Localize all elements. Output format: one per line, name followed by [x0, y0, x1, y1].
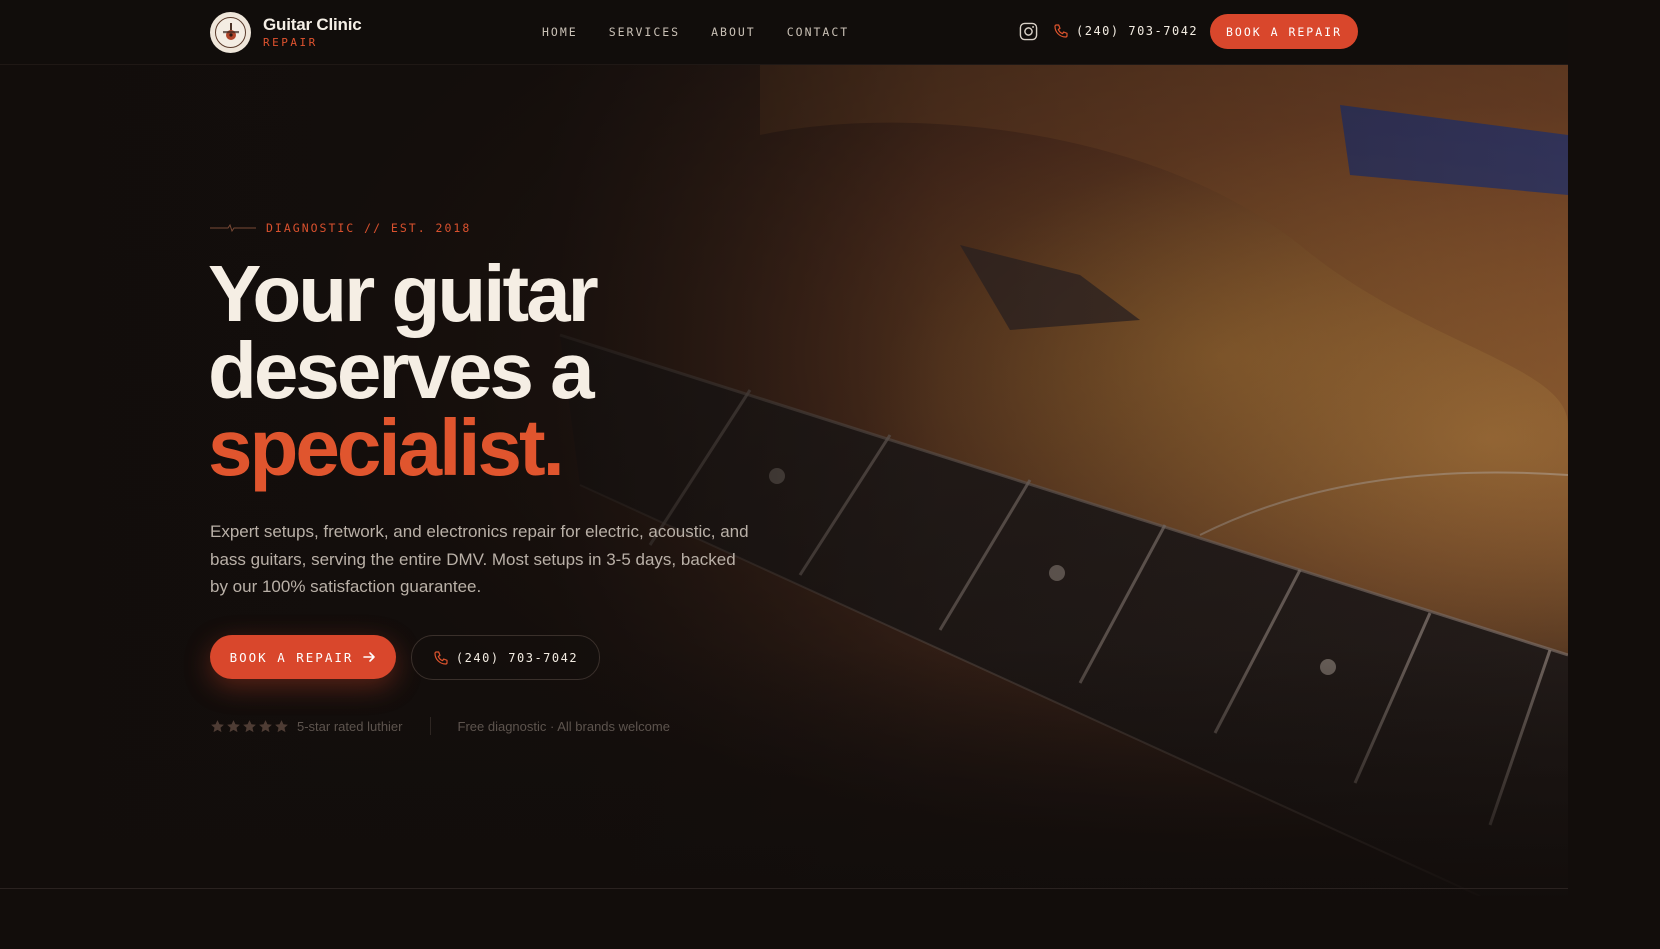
book-repair-header-button[interactable]: BOOK A REPAIR [1210, 14, 1358, 49]
star-icon [259, 719, 272, 732]
trust-note: Free diagnostic · All brands welcome [457, 718, 670, 734]
headline-accent: specialist. [208, 403, 565, 492]
star-icon [243, 719, 256, 732]
brand-tagline: REPAIR [263, 35, 318, 49]
brand[interactable]: Guitar Clinic REPAIR [210, 11, 362, 53]
nav-item-services[interactable]: SERVICES [609, 24, 680, 40]
phone-icon [434, 650, 448, 665]
headline-line-2: deserves a [208, 326, 595, 415]
call-phone-button[interactable]: (240) 703-7042 [411, 635, 600, 680]
call-phone-number: (240) 703-7042 [455, 650, 579, 665]
hero-headline: Your guitar deserves a specialist. [208, 249, 848, 492]
book-repair-button[interactable]: BOOK A REPAIR [210, 635, 396, 679]
section-divider [0, 888, 1568, 889]
logo-badge [215, 16, 246, 48]
hero-description: Expert setups, fretwork, and electronics… [210, 522, 749, 596]
book-repair-button-label: BOOK A REPAIR [229, 649, 354, 665]
guitar-logo-icon [222, 23, 239, 40]
instagram-icon[interactable] [1019, 22, 1038, 41]
header-phone-number[interactable]: (240) 703-7042 [1076, 22, 1198, 40]
arrow-right-icon [363, 652, 376, 662]
phone-icon [1054, 24, 1068, 38]
trust-divider [429, 717, 431, 735]
brand-name[interactable]: Guitar Clinic [263, 15, 362, 35]
star-icon [211, 719, 224, 732]
main-nav: HOME SERVICES ABOUT CONTACT [542, 24, 880, 40]
nav-item-contact[interactable]: CONTACT [787, 24, 849, 40]
trust-row: 5-star rated luthier Free diagnostic · A… [210, 717, 670, 735]
hero-eyebrow-text: DIAGNOSTIC // EST. 2018 [266, 221, 472, 235]
nav-item-home[interactable]: HOME [542, 24, 578, 40]
headline-line-1: Your guitar [208, 249, 599, 338]
star-icon [227, 719, 240, 732]
rating-text: 5-star rated luthier [297, 718, 403, 734]
hero-eyebrow: DIAGNOSTIC // EST. 2018 [210, 221, 471, 235]
pulse-line-icon [210, 223, 256, 233]
site-header: Guitar Clinic REPAIR HOME SERVICES ABOUT… [0, 0, 1568, 65]
nav-item-about[interactable]: ABOUT [711, 24, 756, 40]
hero-section: DIAGNOSTIC // EST. 2018 Your guitar dese… [0, 65, 1568, 896]
star-rating [210, 719, 289, 734]
header-phone-link[interactable]: (240) 703-7042 [1053, 22, 1198, 40]
logo[interactable] [210, 11, 251, 53]
star-icon [275, 719, 288, 732]
